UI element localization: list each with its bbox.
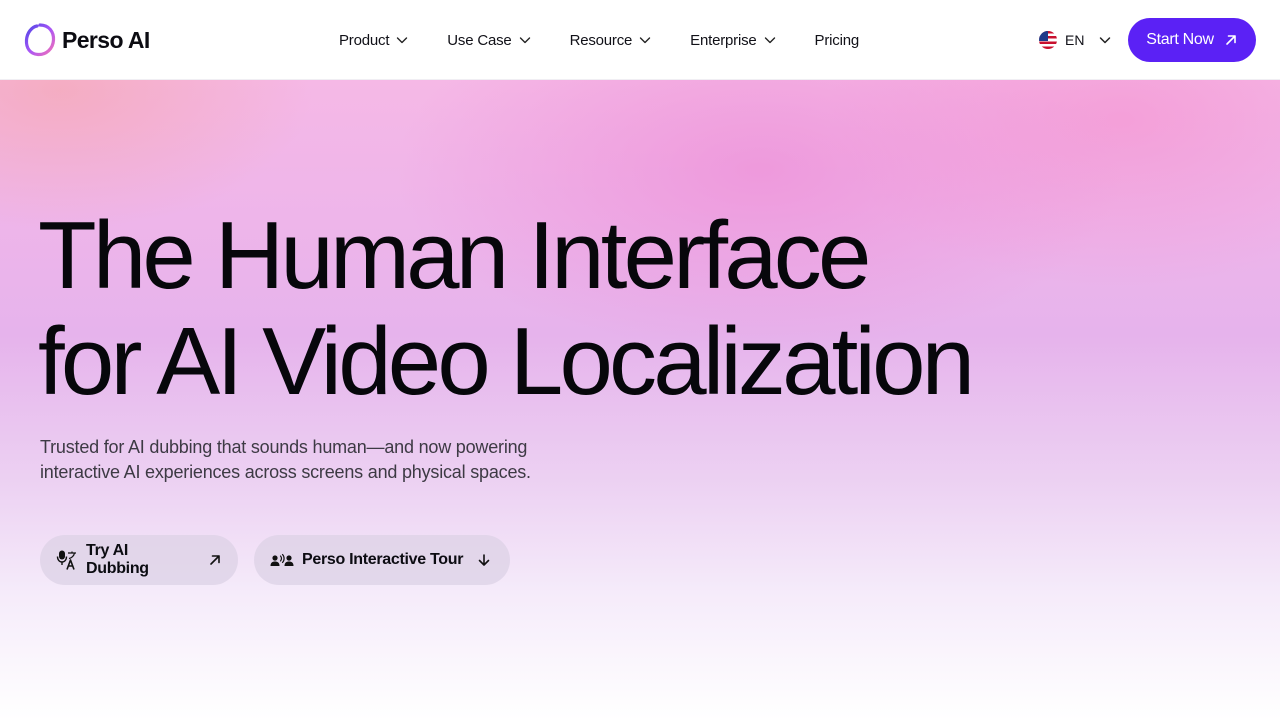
chevron-down-icon — [763, 33, 777, 47]
try-ai-dubbing-button[interactable]: Try AI Dubbing — [40, 535, 238, 585]
subtitle-line-1: Trusted for AI dubbing that sounds human… — [40, 437, 528, 457]
chevron-down-icon — [518, 33, 532, 47]
nav-item-pricing[interactable]: Pricing — [814, 31, 860, 49]
arrow-up-right-icon — [208, 553, 222, 567]
arrow-down-icon — [477, 553, 491, 567]
nav-item-label: Resource — [569, 31, 633, 49]
nav-item-label: Product — [339, 31, 390, 49]
site-header: Perso AI Product Use Case Resource Enter… — [0, 0, 1280, 80]
language-code: EN — [1065, 32, 1085, 48]
nav-item-enterprise[interactable]: Enterprise — [690, 32, 776, 49]
headline-line-2: for AI Video Localization — [38, 308, 975, 415]
arrow-up-right-icon — [1224, 33, 1238, 47]
start-now-label: Start Now — [1146, 31, 1214, 48]
nav-item-label: Enterprise — [690, 31, 757, 49]
perso-logo-icon — [24, 23, 56, 57]
try-ai-dubbing-label: Try AI Dubbing — [86, 542, 149, 577]
chevron-down-icon — [395, 33, 409, 47]
nav-item-use-case[interactable]: Use Case — [447, 32, 531, 49]
hero-subtitle: Trusted for AI dubbing that sounds human… — [40, 435, 600, 485]
nav-item-label: Use Case — [447, 31, 512, 49]
hero-headline: The Human Interface for AI Video Localiz… — [38, 202, 975, 415]
main-nav: Product Use Case Resource Enterprise Pri… — [339, 0, 897, 80]
chevron-down-icon — [1098, 33, 1112, 47]
people-speaking-icon — [270, 551, 294, 569]
headline-line-1: The Human Interface — [38, 202, 871, 309]
brand-logo[interactable]: Perso AI — [24, 22, 150, 58]
brand-name: Perso AI — [62, 26, 150, 53]
hero-section: The Human Interface for AI Video Localiz… — [0, 80, 1280, 720]
us-flag-icon — [1039, 31, 1057, 49]
language-selector[interactable]: EN — [1039, 29, 1112, 51]
start-now-button[interactable]: Start Now — [1128, 18, 1256, 62]
subtitle-line-2: interactive AI experiences across screen… — [40, 462, 531, 482]
mic-translate-icon — [56, 549, 78, 571]
nav-item-product[interactable]: Product — [339, 32, 409, 49]
perso-interactive-tour-label: Perso Interactive Tour — [302, 551, 464, 568]
nav-item-label: Pricing — [814, 31, 860, 49]
nav-item-resource[interactable]: Resource — [570, 32, 653, 49]
chevron-down-icon — [638, 33, 652, 47]
perso-interactive-tour-button[interactable]: Perso Interactive Tour — [254, 535, 510, 585]
